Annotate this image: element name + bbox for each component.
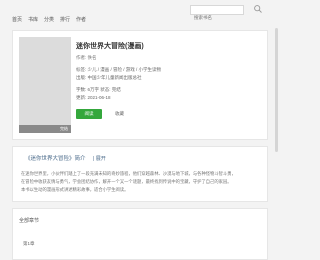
scrollbar[interactable] bbox=[275, 28, 278, 152]
chapters-title: 全部章节 bbox=[19, 218, 40, 224]
intro-line: 在迷你世界里，小伙伴们踏上了一段充满未知的奇妙旅程，他们穿越森林、沙漠与地下城，… bbox=[21, 171, 236, 176]
book-author[interactable]: 作者: 佚名 bbox=[76, 55, 97, 61]
book-info-card: 完结 迷你世界大冒险(漫画) 作者: 佚名 标签: 少儿 / 漫画 / 冒险 /… bbox=[12, 30, 268, 140]
top-bar: 首页 书库 分类 排行 作者 bbox=[0, 0, 280, 28]
search-icon[interactable] bbox=[253, 4, 263, 14]
book-meta-tags: 标签: 少儿 / 漫画 / 冒险 / 游戏 / 小学生读物 bbox=[76, 67, 162, 72]
book-meta-wordcount: 字数: 6万字 状态: 完结 bbox=[76, 87, 121, 92]
intro-expand-link[interactable]: | 展开 bbox=[93, 156, 106, 163]
nav-item-author[interactable]: 作者 bbox=[76, 17, 86, 23]
intro-line: 在冒险中收获友情与勇气，学会团结协作，解开一个又一个谜题，最终找到传说中的宝藏，… bbox=[21, 179, 232, 184]
book-title: 迷你世界大冒险(漫画) bbox=[76, 43, 144, 50]
intro-card: 《迷你世界大冒险》简介 | 展开 在迷你世界里，小伙伴们踏上了一段充满未知的奇妙… bbox=[12, 146, 268, 202]
nav-item-category[interactable]: 分类 bbox=[44, 17, 54, 23]
read-button[interactable]: 阅读 bbox=[76, 109, 102, 119]
intro-title: 《迷你世界大冒险》简介 bbox=[25, 156, 86, 162]
book-meta-updated: 更新: 2021-06-18 bbox=[76, 95, 111, 100]
nav-item-home[interactable]: 首页 bbox=[12, 17, 22, 23]
book-cover[interactable]: 完结 bbox=[19, 37, 71, 133]
chapter-item[interactable]: 第1章 bbox=[23, 241, 35, 247]
favorite-link[interactable]: 收藏 bbox=[115, 111, 124, 117]
nav-item-library[interactable]: 书库 bbox=[28, 17, 38, 23]
search-input[interactable] bbox=[191, 13, 243, 22]
cover-strip: 完结 bbox=[19, 125, 71, 133]
intro-line: 本书以生动的漫画形式讲述精彩故事，适合小学生阅读。 bbox=[21, 187, 129, 192]
search-box bbox=[190, 5, 244, 22]
cover-badge: 完结 bbox=[60, 126, 68, 131]
book-meta-publisher: 出版: 中国少年儿童新闻出版总社 bbox=[76, 75, 142, 80]
chapters-card: 全部章节 第1章 bbox=[12, 208, 268, 260]
nav-item-ranking[interactable]: 排行 bbox=[60, 17, 70, 23]
